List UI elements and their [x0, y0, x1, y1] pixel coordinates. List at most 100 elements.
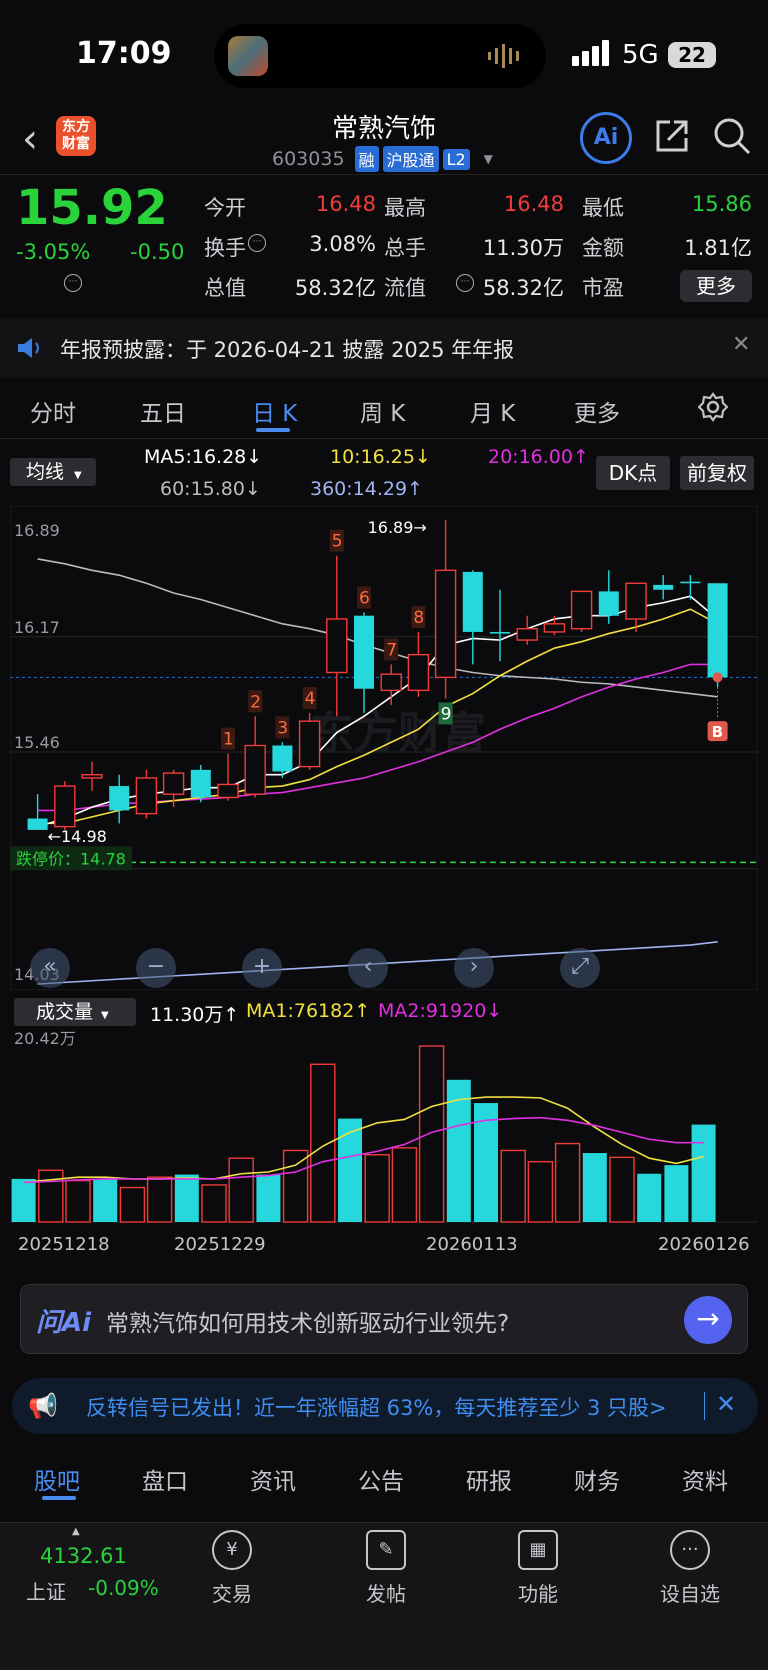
tab-0[interactable]: 分时 — [30, 394, 76, 428]
td-label: 8 — [413, 608, 424, 628]
volume-value: 11.30万↑ — [150, 1004, 240, 1026]
nav-label: 功能 — [518, 1582, 558, 1606]
tab-3[interactable]: 周 K — [360, 394, 405, 428]
candle-body — [462, 571, 483, 632]
candle-body — [516, 627, 538, 641]
stock-code: 603035 — [272, 148, 345, 170]
signal-label: B — [712, 723, 723, 741]
ma20-value: 20:16.00↑ — [488, 446, 589, 468]
island-avatar — [228, 36, 268, 76]
candle-body — [326, 618, 348, 674]
volume-bar — [201, 1184, 227, 1223]
candle-body — [244, 744, 266, 795]
td-label: 5 — [332, 532, 343, 552]
tab-2[interactable]: 日 K — [252, 394, 297, 428]
candle-body — [27, 818, 48, 830]
share-icon[interactable] — [652, 116, 692, 156]
expand-icon[interactable]: ⤢ — [560, 948, 600, 988]
tab-4[interactable]: 月 K — [470, 394, 515, 428]
caret-down-icon: ▼ — [101, 1010, 109, 1021]
volume-bar — [282, 1149, 309, 1223]
section-tab-4[interactable]: 研报 — [466, 1462, 512, 1496]
candle-body — [162, 772, 185, 795]
volume-bar — [664, 1165, 689, 1222]
stock-code-row[interactable]: 603035 融 沪股通 L2 ▼ — [272, 146, 493, 172]
function-icon: ▦ — [518, 1530, 558, 1570]
volume-bar — [38, 1169, 64, 1223]
index-value[interactable]: 4132.61 — [40, 1544, 127, 1568]
ask-ai-question[interactable]: 常熟汽饰如何用技术创新驱动行业领先? — [106, 1304, 509, 1338]
search-icon[interactable] — [712, 116, 752, 156]
watchlist-icon: ··· — [670, 1530, 710, 1570]
index-name[interactable]: 上证 — [26, 1576, 66, 1605]
candle-body — [434, 569, 457, 679]
tab-5[interactable]: 更多 — [574, 394, 620, 428]
volume-bar — [310, 1063, 336, 1223]
pan-left-icon[interactable]: ‹ — [348, 948, 388, 988]
nav-item-3[interactable]: ··· 设自选 — [630, 1530, 750, 1607]
nav-item-2[interactable]: ▦ 功能 — [478, 1530, 598, 1607]
pan-right-icon[interactable]: › — [454, 948, 494, 988]
tab-underline — [256, 428, 290, 432]
info-icon[interactable]: ··· — [64, 274, 82, 292]
tab-1[interactable]: 五日 — [140, 394, 186, 428]
td-label: 7 — [386, 640, 397, 660]
ma-select-label: 均线 — [26, 461, 65, 483]
volume-bar — [637, 1173, 662, 1222]
price-axis-label: 16.89 — [14, 521, 60, 540]
dk-point-button[interactable]: DK点 — [596, 456, 670, 490]
volume-bar — [228, 1157, 254, 1223]
info-icon[interactable]: ··· — [248, 234, 266, 252]
section-tab-2[interactable]: 资讯 — [250, 1462, 296, 1496]
volume-select[interactable]: 成交量 ▼ — [14, 998, 136, 1026]
volume-chart[interactable]: 20.42万 20251218 20251229 20260113 20260126 — [10, 1028, 758, 1272]
quote-value: 11.30万 — [482, 236, 564, 260]
header-divider — [0, 174, 768, 175]
candle-body — [81, 774, 103, 779]
vol-ma2-value: MA2:91920↓ — [378, 1000, 503, 1022]
tag-margin: 融 — [354, 146, 379, 172]
td-label: 9 — [441, 704, 452, 724]
zoom-in-icon[interactable]: + — [242, 948, 282, 988]
section-tab-3[interactable]: 公告 — [358, 1462, 404, 1496]
ai-button[interactable]: Ai — [580, 112, 632, 164]
speaker-icon — [18, 338, 39, 358]
ma10-value: 10:16.25↓ — [330, 446, 431, 468]
quote-value: 15.86 — [691, 192, 752, 216]
arrow-right-icon[interactable]: → — [684, 1296, 732, 1344]
volume-bar — [609, 1156, 635, 1223]
info-icon[interactable]: ··· — [456, 274, 474, 292]
section-tab-5[interactable]: 财务 — [574, 1462, 620, 1496]
date-label: 20260113 — [426, 1234, 518, 1255]
section-tab-underline — [42, 1496, 76, 1500]
section-tab-6[interactable]: 资料 — [682, 1462, 728, 1496]
low-marker: ←14.98 — [48, 827, 107, 846]
close-icon[interactable]: ✕ — [732, 332, 750, 357]
volume-bar — [418, 1045, 445, 1223]
nav-item-1[interactable]: ✎ 发帖 — [326, 1530, 446, 1607]
fast-back-icon[interactable]: « — [30, 948, 70, 988]
audio-wave-icon — [488, 44, 519, 68]
nav-item-0[interactable]: ¥ 交易 — [172, 1530, 292, 1607]
volume-bar — [364, 1154, 390, 1223]
nav-label: 交易 — [212, 1582, 252, 1606]
status-time: 17:09 — [76, 36, 172, 71]
zoom-out-icon[interactable]: − — [136, 948, 176, 988]
section-tab-1[interactable]: 盘口 — [142, 1462, 188, 1496]
caret-up-icon: ▲ — [72, 1526, 80, 1537]
candle-body — [135, 777, 158, 815]
index-change[interactable]: -0.09% — [88, 1576, 159, 1600]
candlestick-chart[interactable]: 16.8916.1715.4614.7414.03东方财富跌停价：14.7812… — [10, 506, 758, 990]
ma-select[interactable]: 均线 ▼ — [10, 458, 96, 486]
tag-hk-connect: 沪股通 — [382, 146, 439, 172]
candle-body — [190, 769, 211, 798]
section-tab-0[interactable]: 股吧 — [34, 1462, 80, 1496]
limit-down-label: 跌停价：14.78 — [16, 849, 126, 868]
more-button[interactable]: 更多 — [680, 270, 752, 302]
dynamic-island — [214, 24, 546, 88]
promo-text[interactable]: 反转信号已发出！近一年涨幅超 63%，每天推荐至少 3 只股> — [86, 1392, 667, 1422]
adjust-button[interactable]: 前复权 — [680, 456, 754, 490]
quote-value: 16.48 — [315, 192, 376, 216]
settings-gear-icon[interactable] — [698, 392, 728, 422]
close-icon[interactable]: ✕ — [716, 1390, 736, 1418]
